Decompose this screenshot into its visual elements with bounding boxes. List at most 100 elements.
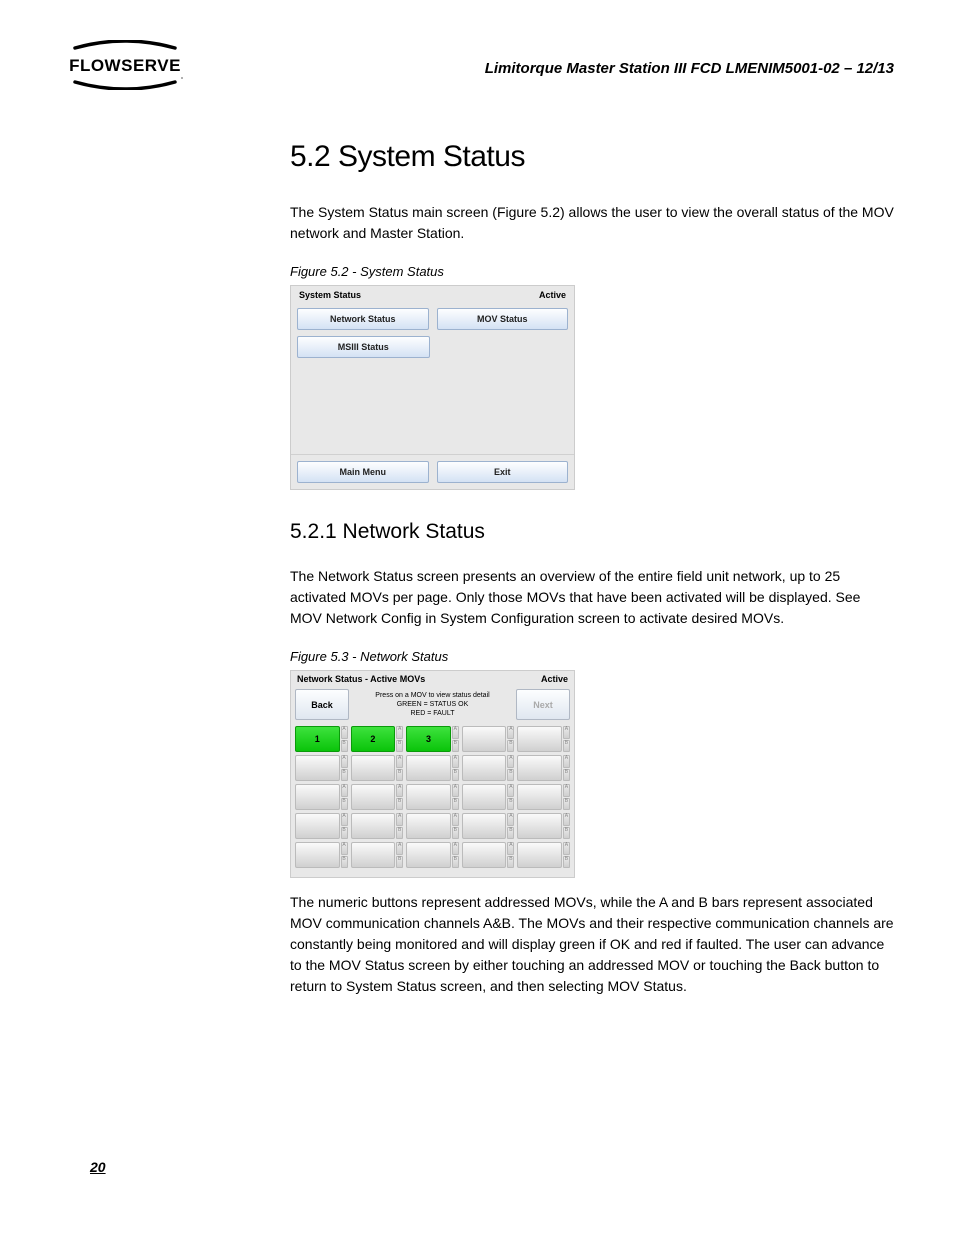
page-number: 20 bbox=[90, 1159, 106, 1175]
mov-number-button[interactable] bbox=[517, 842, 562, 868]
channel-a-bar: A bbox=[396, 813, 403, 826]
mov-cell[interactable]: AB bbox=[295, 842, 348, 868]
mov-cell[interactable]: AB bbox=[351, 755, 404, 781]
mov-cell[interactable]: AB bbox=[462, 784, 515, 810]
mov-cell[interactable]: AB bbox=[351, 842, 404, 868]
exit-button[interactable]: Exit bbox=[437, 461, 569, 483]
mov-number-button[interactable] bbox=[406, 813, 451, 839]
mov-number-button[interactable] bbox=[517, 784, 562, 810]
mov-number-button[interactable] bbox=[351, 784, 396, 810]
channel-b-bar: B bbox=[507, 798, 514, 811]
channel-a-bar: A bbox=[452, 813, 459, 826]
channel-b-bar: B bbox=[563, 798, 570, 811]
next-button[interactable]: Next bbox=[516, 689, 570, 720]
mov-row: 1AB2AB3ABABAB bbox=[295, 726, 570, 752]
mov-number-button[interactable] bbox=[462, 813, 507, 839]
mov-cell[interactable]: AB bbox=[295, 784, 348, 810]
mov-number-button[interactable]: 2 bbox=[351, 726, 396, 752]
logo-text: FLOWSERVE bbox=[69, 56, 181, 75]
mov-cell[interactable]: AB bbox=[295, 755, 348, 781]
mov-cell[interactable]: AB bbox=[462, 842, 515, 868]
channel-b-bar: B bbox=[507, 827, 514, 840]
mov-ab-bars: AB bbox=[341, 726, 348, 752]
mov-number-button[interactable] bbox=[462, 726, 507, 752]
mov-status-button[interactable]: MOV Status bbox=[437, 308, 569, 330]
mov-ab-bars: AB bbox=[396, 784, 403, 810]
mov-cell[interactable]: AB bbox=[517, 755, 570, 781]
mov-cell[interactable]: AB bbox=[406, 813, 459, 839]
channel-b-bar: B bbox=[396, 827, 403, 840]
flowserve-logo: FLOWSERVE bbox=[60, 40, 190, 95]
mov-number-button[interactable] bbox=[462, 842, 507, 868]
channel-b-bar: B bbox=[507, 769, 514, 782]
mov-number-button[interactable]: 3 bbox=[406, 726, 451, 752]
mov-cell[interactable]: AB bbox=[517, 813, 570, 839]
mov-number-button[interactable] bbox=[406, 755, 451, 781]
mov-ab-bars: AB bbox=[507, 813, 514, 839]
mov-number-button[interactable] bbox=[295, 813, 340, 839]
channel-b-bar: B bbox=[452, 856, 459, 869]
back-button[interactable]: Back bbox=[295, 689, 349, 720]
mov-cell[interactable]: AB bbox=[462, 813, 515, 839]
msiii-status-button[interactable]: MSIII Status bbox=[297, 336, 430, 358]
mov-ab-bars: AB bbox=[563, 755, 570, 781]
mov-cell[interactable]: AB bbox=[406, 755, 459, 781]
mov-cell[interactable]: 1AB bbox=[295, 726, 348, 752]
mov-number-button[interactable] bbox=[351, 813, 396, 839]
main-menu-button[interactable]: Main Menu bbox=[297, 461, 429, 483]
channel-b-bar: B bbox=[452, 827, 459, 840]
channel-a-bar: A bbox=[563, 842, 570, 855]
channel-a-bar: A bbox=[341, 813, 348, 826]
channel-a-bar: A bbox=[507, 755, 514, 768]
network-status-button[interactable]: Network Status bbox=[297, 308, 429, 330]
mov-cell[interactable]: AB bbox=[462, 726, 515, 752]
channel-a-bar: A bbox=[563, 755, 570, 768]
mov-cell[interactable]: AB bbox=[351, 813, 404, 839]
channel-a-bar: A bbox=[507, 784, 514, 797]
channel-b-bar: B bbox=[341, 740, 348, 753]
mov-cell[interactable]: AB bbox=[517, 726, 570, 752]
mov-number-button[interactable] bbox=[351, 842, 396, 868]
mov-cell[interactable]: AB bbox=[295, 813, 348, 839]
channel-a-bar: A bbox=[341, 755, 348, 768]
channel-b-bar: B bbox=[396, 740, 403, 753]
mov-ab-bars: AB bbox=[507, 842, 514, 868]
mov-number-button[interactable] bbox=[295, 755, 340, 781]
mov-cell[interactable]: AB bbox=[517, 784, 570, 810]
channel-b-bar: B bbox=[341, 827, 348, 840]
mov-cell[interactable]: 3AB bbox=[406, 726, 459, 752]
mov-ab-bars: AB bbox=[452, 726, 459, 752]
mov-number-button[interactable] bbox=[517, 726, 562, 752]
mov-number-button[interactable] bbox=[406, 842, 451, 868]
mov-cell[interactable]: AB bbox=[462, 755, 515, 781]
mov-cell[interactable]: AB bbox=[406, 784, 459, 810]
channel-b-bar: B bbox=[563, 856, 570, 869]
channel-b-bar: B bbox=[341, 798, 348, 811]
paragraph-mov-explain: The numeric buttons represent addressed … bbox=[290, 892, 894, 997]
mov-number-button[interactable] bbox=[295, 784, 340, 810]
figure-5-2-panel: System Status Active Network Status MOV … bbox=[290, 285, 575, 490]
mov-number-button[interactable] bbox=[517, 813, 562, 839]
hint-line1: Press on a MOV to view status detail bbox=[353, 691, 512, 700]
channel-b-bar: B bbox=[341, 856, 348, 869]
mov-number-button[interactable] bbox=[462, 784, 507, 810]
mov-number-button[interactable]: 1 bbox=[295, 726, 340, 752]
mov-ab-bars: AB bbox=[341, 842, 348, 868]
mov-number-button[interactable] bbox=[406, 784, 451, 810]
channel-b-bar: B bbox=[452, 798, 459, 811]
mov-cell[interactable]: AB bbox=[406, 842, 459, 868]
mov-row: ABABABABAB bbox=[295, 755, 570, 781]
channel-a-bar: A bbox=[341, 726, 348, 739]
mov-ab-bars: AB bbox=[563, 813, 570, 839]
mov-cell[interactable]: AB bbox=[517, 842, 570, 868]
mov-number-button[interactable] bbox=[351, 755, 396, 781]
mov-number-button[interactable] bbox=[517, 755, 562, 781]
mov-ab-bars: AB bbox=[452, 755, 459, 781]
mov-number-button[interactable] bbox=[295, 842, 340, 868]
mov-number-button[interactable] bbox=[462, 755, 507, 781]
mov-cell[interactable]: AB bbox=[351, 784, 404, 810]
mov-ab-bars: AB bbox=[563, 842, 570, 868]
mov-cell[interactable]: 2AB bbox=[351, 726, 404, 752]
channel-a-bar: A bbox=[563, 726, 570, 739]
channel-a-bar: A bbox=[507, 726, 514, 739]
